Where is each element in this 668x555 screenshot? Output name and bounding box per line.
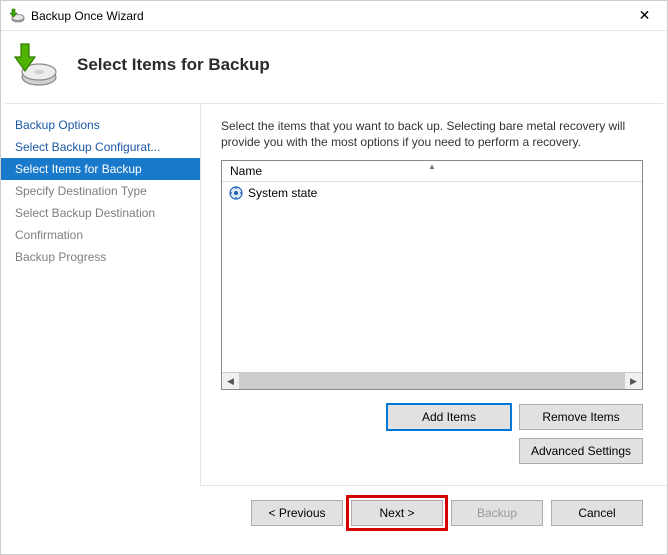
scroll-track[interactable] [239, 373, 625, 389]
window-title: Backup Once Wizard [31, 9, 144, 23]
column-name-label: Name [230, 164, 262, 178]
scroll-left-icon[interactable]: ◀ [222, 373, 239, 389]
instruction-text: Select the items that you want to back u… [221, 118, 643, 150]
step-confirmation: Confirmation [1, 224, 200, 246]
list-item[interactable]: System state [222, 184, 642, 202]
wizard-window: Backup Once Wizard ✕ Select Items for Ba… [0, 0, 668, 555]
close-button[interactable]: ✕ [622, 1, 667, 30]
items-listview[interactable]: ▲ Name [221, 160, 643, 390]
wizard-icon [11, 41, 59, 89]
listview-body[interactable]: System state [222, 182, 642, 372]
previous-button[interactable]: < Previous [251, 500, 343, 526]
step-backup-progress: Backup Progress [1, 246, 200, 268]
listview-header[interactable]: ▲ Name [222, 161, 642, 182]
list-item-label: System state [248, 186, 317, 200]
horizontal-scrollbar[interactable]: ◀ ▶ [222, 372, 642, 389]
sort-indicator-icon: ▲ [428, 162, 436, 171]
step-backup-options[interactable]: Backup Options [1, 114, 200, 136]
step-destination-type: Specify Destination Type [1, 180, 200, 202]
backup-button: Backup [451, 500, 543, 526]
add-items-button[interactable]: Add Items [387, 404, 511, 430]
step-select-backup-config[interactable]: Select Backup Configurat... [1, 136, 200, 158]
system-state-icon [228, 185, 244, 201]
step-backup-destination: Select Backup Destination [1, 202, 200, 224]
scroll-right-icon[interactable]: ▶ [625, 373, 642, 389]
column-name[interactable]: ▲ Name [222, 161, 642, 181]
body: Backup Options Select Backup Configurat.… [1, 104, 667, 486]
footer: < Previous Next > Backup Cancel [1, 486, 667, 554]
scroll-thumb[interactable] [239, 373, 625, 389]
step-select-items[interactable]: Select Items for Backup [1, 158, 200, 180]
remove-items-button[interactable]: Remove Items [519, 404, 643, 430]
titlebar: Backup Once Wizard ✕ [1, 1, 667, 31]
advanced-settings-button[interactable]: Advanced Settings [519, 438, 643, 464]
sidebar: Backup Options Select Backup Configurat.… [1, 104, 201, 486]
page-title: Select Items for Backup [77, 55, 270, 75]
cancel-button[interactable]: Cancel [551, 500, 643, 526]
main: Select the items that you want to back u… [201, 104, 667, 486]
header: Select Items for Backup [1, 31, 667, 103]
next-button[interactable]: Next > [351, 500, 443, 526]
app-icon [9, 8, 25, 24]
